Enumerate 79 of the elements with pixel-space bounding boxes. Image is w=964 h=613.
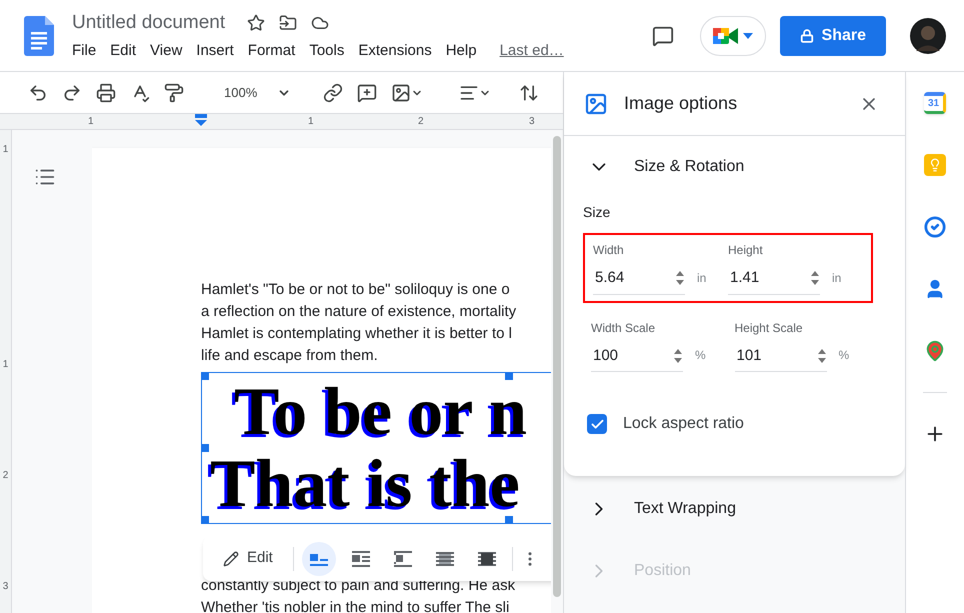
stepper-icon [810, 270, 820, 286]
printer-icon [96, 82, 116, 102]
panel-title: Image options [624, 92, 738, 115]
unit-label: % [695, 347, 706, 364]
resize-handle[interactable] [202, 516, 209, 523]
menu-item[interactable]: Edit [103, 40, 144, 62]
number-field[interactable]: 100 [591, 344, 683, 372]
checkbox-label: Lock aspect ratio [623, 414, 744, 434]
resize-handle[interactable] [202, 444, 209, 452]
tasks-icon[interactable] [924, 216, 946, 238]
wrap-text-icon [350, 550, 372, 568]
field-label: Height Scale [734, 320, 804, 336]
unit-label: % [838, 347, 850, 364]
paragraph-line: Whether 'tis nobler in the mind to suffer The sli [201, 598, 510, 613]
resize-handle[interactable] [505, 373, 513, 380]
behind-text-icon [434, 550, 456, 568]
menu-item[interactable]: Insert [189, 40, 241, 62]
resize-handle[interactable] [202, 373, 209, 380]
add-comment-icon [357, 82, 378, 102]
comments-icon[interactable] [652, 24, 674, 46]
menu-item[interactable]: Extensions [351, 40, 439, 62]
move-folder-icon[interactable] [279, 14, 298, 32]
docs-logo-icon [24, 16, 54, 56]
lock-icon [800, 28, 814, 42]
image-icon [584, 92, 608, 116]
scrollbar[interactable] [553, 136, 561, 597]
resize-handle[interactable] [505, 516, 513, 523]
horizontal-ruler: 1 1 2 3 [0, 113, 563, 130]
number-field[interactable]: 5.64 [593, 267, 685, 294]
dropdown-arrow-icon [742, 32, 753, 38]
line-spacing-icon [519, 82, 540, 102]
pencil-icon [223, 550, 239, 566]
number-field[interactable]: 101 [734, 344, 826, 372]
image-icon [391, 82, 412, 102]
paragraph-line: Hamlet's "To be or not to be" soliloquy is one o [201, 280, 511, 300]
indent-marker-icon [195, 114, 207, 127]
undo-icon [28, 82, 48, 102]
wrap-mode-button[interactable] [302, 542, 336, 576]
image-text: That is the [210, 453, 520, 513]
maps-icon[interactable] [924, 340, 946, 362]
menu-item[interactable]: Help [438, 40, 484, 62]
section-header[interactable]: Size & Rotation [564, 136, 905, 198]
paragraph-line: life and escape from them. [201, 346, 379, 366]
document-title[interactable]: Untitled document [72, 9, 226, 38]
menu-item[interactable]: Tools [302, 40, 352, 62]
menu-item[interactable]: File [65, 40, 104, 62]
zoom-dropdown[interactable]: 100% [216, 82, 300, 102]
share-button[interactable]: Share [780, 16, 886, 56]
vertical-ruler: 1 1 2 3 [0, 130, 12, 613]
checkbox[interactable] [587, 414, 607, 434]
field-label: Height [728, 242, 764, 259]
star-icon[interactable] [247, 14, 266, 32]
paragraph-line: Hamlet is contemplating whether it is better to l [201, 324, 513, 344]
front-of-text-icon [476, 550, 498, 568]
section-header[interactable]: Text Wrapping [564, 478, 905, 540]
video-camera-icon [712, 26, 739, 46]
unit-label: in [832, 270, 842, 286]
stepper-icon [675, 270, 685, 286]
unit-label: in [697, 270, 706, 286]
stepper-icon [816, 348, 826, 364]
menu-item[interactable]: View [143, 40, 190, 62]
redo-icon [62, 82, 82, 102]
edit-button[interactable]: Edit [223, 547, 285, 570]
field-label: Width Scale [591, 320, 656, 336]
avatar[interactable] [910, 18, 946, 54]
stepper-icon [673, 348, 683, 364]
number-field[interactable]: 1.41 [728, 267, 820, 294]
paint-roller-icon [164, 82, 184, 102]
link-icon [323, 82, 344, 102]
lightbulb-icon [928, 158, 942, 172]
calendar-icon[interactable]: 31 [924, 92, 946, 114]
meet-button[interactable] [700, 16, 766, 56]
size-heading: Size [583, 203, 612, 222]
image-text: To be or n [234, 381, 527, 441]
menu-item[interactable]: Format [240, 40, 302, 62]
last-edit-link[interactable]: Last ed… [500, 40, 564, 62]
field-label: Width [593, 242, 625, 259]
paragraph-line: a reflection on the nature of existence, mortality [201, 302, 518, 322]
break-text-icon [392, 550, 414, 568]
